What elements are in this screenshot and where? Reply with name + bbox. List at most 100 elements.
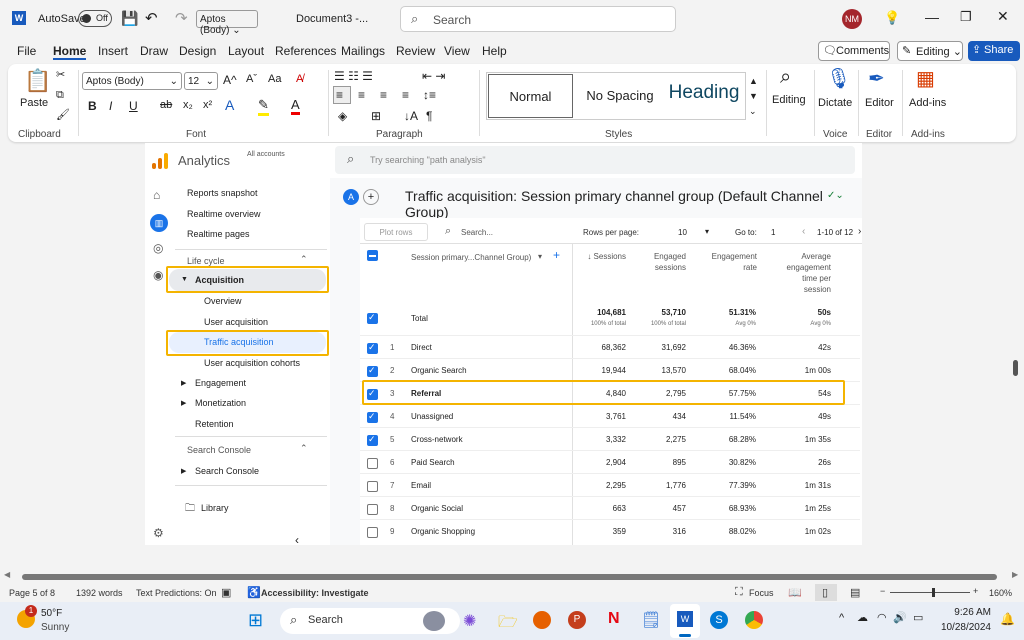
bold-button[interactable]: B xyxy=(88,99,97,113)
nav-user-acquisition[interactable]: User acquisition xyxy=(204,317,268,327)
tab-layout[interactable]: Layout xyxy=(228,44,264,58)
pilcrow-icon[interactable]: ¶ xyxy=(426,109,432,123)
styles-scroll-icons[interactable]: ▲ ▼ ⌄ xyxy=(749,74,758,119)
add-comparison-icon[interactable]: + xyxy=(363,189,379,205)
add-dimension-icon[interactable]: + xyxy=(553,248,560,262)
row-checkbox[interactable] xyxy=(367,527,378,538)
dictate-button[interactable]: Dictate xyxy=(818,97,852,109)
more-icon[interactable]: ⋮ xyxy=(857,153,862,167)
justify-icon[interactable]: ≡ xyxy=(402,88,409,102)
tab-mailings[interactable]: Mailings xyxy=(341,44,385,58)
nav-realtime-overview[interactable]: Realtime overview xyxy=(187,209,261,219)
tab-view[interactable]: View xyxy=(444,44,470,58)
search-box[interactable]: ⌕ Search xyxy=(400,6,676,32)
reports-icon[interactable]: ▥ xyxy=(150,214,168,232)
prev-page-icon[interactable]: ‹ xyxy=(802,226,805,237)
scroll-left-icon[interactable]: ◀ xyxy=(4,570,10,579)
style-no-spacing[interactable]: No Spacing xyxy=(577,88,663,103)
netflix-icon[interactable]: N xyxy=(608,610,620,628)
row-checkbox[interactable] xyxy=(367,434,378,446)
nav-retention[interactable]: Retention xyxy=(195,419,234,429)
microphone-icon[interactable]: 🎙 xyxy=(826,66,851,91)
onedrive-icon[interactable]: ☁ xyxy=(857,611,868,624)
notifications-icon[interactable]: 🔔 xyxy=(1000,612,1015,626)
scroll-right-icon[interactable]: ▶ xyxy=(1012,570,1018,579)
read-mode-icon[interactable]: 📖 xyxy=(788,586,802,599)
start-icon[interactable]: ⊞ xyxy=(248,610,263,631)
firefox-icon[interactable] xyxy=(533,611,551,629)
font-color-icon[interactable]: A xyxy=(291,97,300,115)
font-name-select[interactable]: Aptos (Body) ⌄ xyxy=(82,72,182,90)
font-size-select[interactable]: 12 ⌄ xyxy=(184,72,218,90)
save-icon[interactable]: 💾 xyxy=(121,10,138,27)
find-icon[interactable]: ⌕ xyxy=(780,66,791,89)
nav-search-console[interactable]: Search Console xyxy=(195,466,259,476)
check-circle-icon[interactable]: ✓⌄ xyxy=(827,190,844,201)
accessibility-status[interactable]: Accessibility: Investigate xyxy=(261,588,369,598)
table-row[interactable]: 4 Unassigned 3,761 434 11.54% 49s xyxy=(360,404,860,427)
total-checkbox[interactable] xyxy=(367,312,378,324)
battery-icon[interactable]: ▭ xyxy=(913,611,923,624)
row-checkbox[interactable] xyxy=(367,342,378,354)
redo-icon[interactable]: ↷ xyxy=(175,9,188,27)
undo-icon[interactable]: ↶ xyxy=(145,9,158,27)
sort-icon[interactable]: ↓A xyxy=(404,109,418,123)
web-layout-icon[interactable]: ▤ xyxy=(850,586,860,599)
copilot-icon[interactable]: ✺ xyxy=(463,611,476,631)
zoom-out-icon[interactable]: − xyxy=(880,586,885,596)
nav-lifecycle-header[interactable]: Life cycle xyxy=(187,256,225,266)
nav-library[interactable]: Library xyxy=(201,503,229,513)
comments-button[interactable]: 🗨 Comments xyxy=(818,41,890,61)
zoom-level[interactable]: 160% xyxy=(989,588,1012,598)
superscript-button[interactable]: x² xyxy=(203,99,212,111)
copy-icon[interactable]: ⧉ xyxy=(56,89,64,102)
addins-button[interactable]: Add-ins xyxy=(909,97,946,109)
advertising-icon[interactable]: ◉ xyxy=(153,268,163,282)
autosave-toggle[interactable]: Off xyxy=(78,10,112,27)
borders-icon[interactable]: ⊞ xyxy=(371,109,381,123)
nav-user-acquisition-cohorts[interactable]: User acquisition cohorts xyxy=(204,358,300,368)
word-taskbar-button[interactable]: W xyxy=(670,604,700,638)
align-right-icon[interactable]: ≡ xyxy=(380,88,387,102)
shrink-font-icon[interactable]: Aˇ xyxy=(246,73,257,85)
minimize-icon[interactable]: — xyxy=(925,9,939,25)
strikethrough-button[interactable]: ab xyxy=(160,99,172,111)
table-row[interactable]: 1 Direct 68,362 31,692 46.36% 42s xyxy=(360,335,860,358)
bullets-icon[interactable]: ☰ ☷ ☰ xyxy=(334,69,373,83)
tab-draw[interactable]: Draw xyxy=(140,44,168,58)
word-count[interactable]: 1392 words xyxy=(76,588,123,598)
text-effects-icon[interactable]: A xyxy=(225,97,234,113)
row-checkbox[interactable] xyxy=(367,481,378,492)
explore-icon[interactable]: ◎ xyxy=(153,241,163,255)
collapse-chevron-icon[interactable]: ‹ xyxy=(295,533,299,545)
sessions-column-header[interactable]: ↓ Sessions xyxy=(575,251,626,262)
line-spacing-icon[interactable]: ↕≡ xyxy=(423,88,436,102)
row-checkbox[interactable] xyxy=(367,411,378,423)
format-painter-icon[interactable]: 🖌 xyxy=(56,108,70,121)
clock-time[interactable]: 9:26 AM xyxy=(935,607,991,618)
table-row[interactable]: 2 Organic Search 19,944 13,570 68.04% 1m… xyxy=(360,358,860,381)
chrome-icon[interactable] xyxy=(745,611,763,629)
goto-input[interactable]: 1 xyxy=(771,228,775,237)
paste-icon[interactable]: 📋 xyxy=(24,68,51,94)
powerpoint-icon[interactable]: P xyxy=(568,611,586,629)
table-row[interactable]: 9 Organic Shopping 359 316 88.02% 1m 02s xyxy=(360,519,860,542)
chevron-up-icon[interactable]: ⌃ xyxy=(300,254,308,265)
engagement-rate-column-header[interactable]: Engagement rate xyxy=(705,251,757,273)
chevron-up-icon[interactable]: ⌃ xyxy=(300,443,308,454)
zoom-slider[interactable] xyxy=(890,592,970,593)
analytics-search[interactable]: ⌕ Try searching "path analysis" xyxy=(335,146,855,174)
editing-mode-button[interactable]: ✎ Editing ⌄ xyxy=(897,41,963,61)
change-case-icon[interactable]: Aa xyxy=(268,73,281,85)
restore-icon[interactable]: ❐ xyxy=(960,9,972,25)
avg-engagement-column-header[interactable]: Average engagement time per session xyxy=(781,251,831,295)
zoom-in-icon[interactable]: + xyxy=(973,586,978,596)
table-row[interactable]: 5 Cross-network 3,332 2,275 68.28% 1m 35… xyxy=(360,427,860,450)
notepad-icon[interactable]: 🗒 xyxy=(641,610,661,630)
zoom-slider-thumb[interactable] xyxy=(932,588,935,597)
tab-home[interactable]: Home xyxy=(53,44,87,60)
editing-button[interactable]: Editing xyxy=(772,94,806,106)
user-avatar[interactable]: NM xyxy=(842,9,862,29)
tab-file[interactable]: File xyxy=(17,44,36,58)
dropdown-icon[interactable]: ▾ xyxy=(705,227,709,236)
